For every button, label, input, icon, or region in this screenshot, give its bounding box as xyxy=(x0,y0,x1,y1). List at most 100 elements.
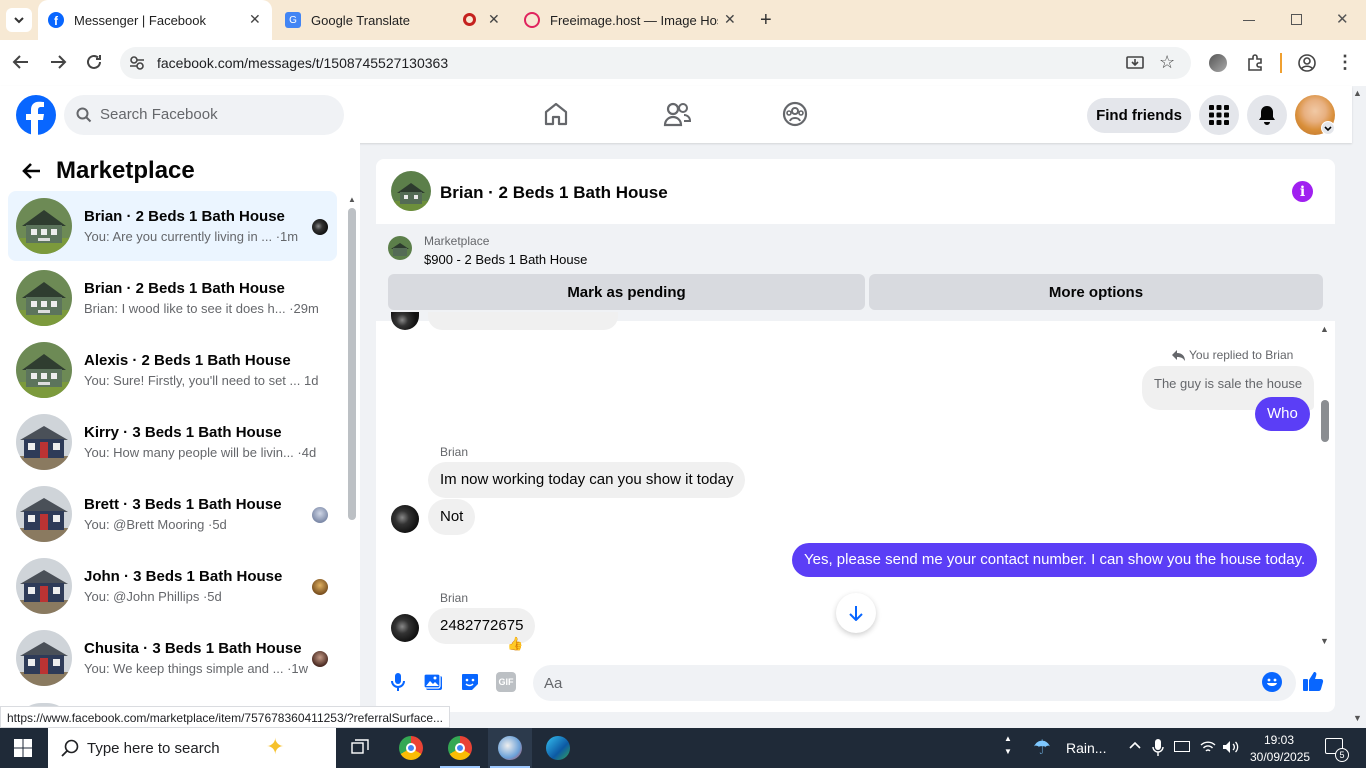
conversation-item[interactable]: Kirry · 3 Beds 1 Bath House You: How many… xyxy=(8,407,337,477)
new-tab-button[interactable]: + xyxy=(760,9,772,32)
clock-date[interactable]: 30/09/2025 xyxy=(1250,750,1310,764)
conversation-item[interactable]: John · 3 Beds 1 Bath House You: @John Phi… xyxy=(8,551,337,621)
message-bubble[interactable]: Not xyxy=(428,499,476,535)
conversation-item[interactable]: Alexis · 2 Beds 1 Bath House You: Sure! F… xyxy=(8,335,337,405)
find-friends-button[interactable]: Find friends xyxy=(1087,98,1191,133)
minimize-button[interactable] xyxy=(1243,20,1255,21)
sticker-button[interactable] xyxy=(460,672,480,692)
sender-name: Brian xyxy=(440,445,469,459)
message-scroll-up-icon[interactable]: ▲ xyxy=(1320,324,1329,334)
conversation-item[interactable]: Brian · 2 Beds 1 Bath House You: Are you … xyxy=(8,191,337,261)
conversation-item[interactable]: Brian · 2 Beds 1 Bath House Brian: I wood… xyxy=(8,263,337,333)
close-window-button[interactable]: ✕ xyxy=(1336,10,1349,28)
weather-label[interactable]: Rain... xyxy=(1066,740,1106,756)
facebook-logo-icon[interactable] xyxy=(16,95,56,135)
url-text: facebook.com/messages/t/1508745527130363 xyxy=(157,55,449,71)
conversation-name: Brett · 3 Beds 1 Bath House xyxy=(84,496,282,513)
message-scroll-down-icon[interactable]: ▼ xyxy=(1320,636,1329,646)
extension-icon[interactable] xyxy=(1209,54,1227,72)
attach-photo-button[interactable] xyxy=(424,672,444,692)
tab-list-button[interactable] xyxy=(6,8,32,32)
like-button[interactable] xyxy=(1302,670,1324,692)
conversation-preview: You: Sure! Firstly, you'll need to set .… xyxy=(84,373,319,388)
task-view-icon xyxy=(351,739,369,754)
message-scrollbar[interactable] xyxy=(1321,400,1329,442)
restore-button[interactable] xyxy=(1291,14,1302,25)
profile-icon[interactable] xyxy=(1298,54,1316,72)
bookmark-star-icon[interactable]: ☆ xyxy=(1159,52,1175,73)
sender-name: Brian xyxy=(440,591,469,605)
install-app-icon[interactable] xyxy=(1126,54,1144,72)
message-input[interactable] xyxy=(533,665,1296,701)
emoji-button[interactable] xyxy=(1262,672,1282,692)
brian-avatar[interactable] xyxy=(391,614,419,642)
puzzle-icon[interactable] xyxy=(1246,54,1264,72)
more-options-button[interactable]: More options xyxy=(869,274,1323,310)
link-status-bar: https://www.facebook.com/marketplace/ite… xyxy=(0,706,451,728)
volume-icon[interactable] xyxy=(1222,740,1240,754)
conversation-name: Brian · 2 Beds 1 Bath House xyxy=(84,280,285,297)
listing-label: Marketplace xyxy=(424,234,490,248)
forward-button[interactable] xyxy=(49,53,67,71)
listing-title[interactable]: $900 - 2 Beds 1 Bath House xyxy=(424,252,587,267)
friends-icon[interactable] xyxy=(663,101,691,127)
mark-as-pending-button[interactable]: Mark as pending xyxy=(388,274,865,310)
show-hidden-icons-icon[interactable] xyxy=(1128,739,1142,753)
notifications-button[interactable] xyxy=(1247,95,1287,135)
account-chevron-icon[interactable] xyxy=(1321,121,1335,135)
tab-google-translate[interactable]: G Google Translate ✕ xyxy=(285,0,515,40)
edge-taskbar-icon[interactable] xyxy=(546,736,570,760)
scroll-to-bottom-button[interactable] xyxy=(836,593,876,633)
app-taskbar-icon[interactable] xyxy=(488,728,532,768)
back-arrow-icon[interactable] xyxy=(22,161,42,181)
conversation-info-icon[interactable]: i xyxy=(1292,181,1313,202)
voice-clip-button[interactable] xyxy=(389,672,407,692)
page-scroll-down-icon[interactable]: ▼ xyxy=(1353,713,1362,723)
arrow-down-icon xyxy=(849,606,863,621)
battery-icon[interactable] xyxy=(1174,741,1190,752)
site-info-icon[interactable] xyxy=(128,54,146,72)
reload-button[interactable] xyxy=(85,53,103,71)
weather-icon[interactable]: ☂ xyxy=(1033,735,1051,760)
task-view-button[interactable] xyxy=(351,739,369,757)
message-reaction[interactable]: 👍 xyxy=(507,637,523,651)
brian-avatar[interactable] xyxy=(391,505,419,533)
chrome-profile-taskbar-icon[interactable] xyxy=(448,736,472,760)
reply-arrow-icon xyxy=(1172,350,1185,361)
tab-messenger[interactable]: f Messenger | Facebook ✕ xyxy=(38,0,272,40)
tab-freeimage[interactable]: Freeimage.host — Image Hostin ✕ xyxy=(524,0,749,40)
chat-listing-thumbnail[interactable] xyxy=(391,171,431,211)
message-bubble[interactable]: Who xyxy=(1255,397,1310,431)
message-bubble[interactable]: Im now working today can you show it tod… xyxy=(428,462,746,498)
browser-menu-icon[interactable]: ⋮ xyxy=(1336,52,1354,73)
page-scroll-up-icon[interactable]: ▲ xyxy=(1353,88,1362,98)
back-button[interactable] xyxy=(12,53,30,71)
search-highlight-icon: ✦ xyxy=(266,734,285,759)
home-icon[interactable] xyxy=(543,101,569,127)
close-tab-icon[interactable]: ✕ xyxy=(724,11,736,28)
taskbar-scroll-icon[interactable]: ▲ ▼ xyxy=(1004,732,1012,758)
listing-thumbnail[interactable] xyxy=(388,236,412,260)
gif-button[interactable]: GIF xyxy=(496,672,516,692)
windows-logo-icon xyxy=(14,739,32,757)
conversation-item[interactable]: Chusita · 3 Beds 1 Bath House You: We kee… xyxy=(8,623,337,693)
conversation-item[interactable]: Brett · 3 Beds 1 Bath House You: @Brett M… xyxy=(8,479,337,549)
microphone-tray-icon[interactable] xyxy=(1152,739,1164,757)
participant-avatar xyxy=(312,219,328,235)
conversation-name: Chusita · 3 Beds 1 Bath House xyxy=(84,640,302,657)
conversation-name: John · 3 Beds 1 Bath House xyxy=(84,568,283,585)
message-bubble[interactable]: Yes, please send me your contact number.… xyxy=(792,543,1318,577)
grid-menu-icon xyxy=(1209,105,1229,125)
divider xyxy=(1280,53,1282,73)
close-tab-icon[interactable]: ✕ xyxy=(249,11,261,28)
chrome-taskbar-icon[interactable] xyxy=(399,736,423,760)
groups-icon[interactable] xyxy=(782,101,808,127)
clock-time[interactable]: 19:03 xyxy=(1264,733,1294,747)
microphone-icon xyxy=(391,673,405,691)
menu-button[interactable] xyxy=(1199,95,1239,135)
sidebar-scroll-up-icon[interactable]: ▲ xyxy=(348,195,356,204)
wifi-icon[interactable] xyxy=(1200,740,1216,754)
close-tab-icon[interactable]: ✕ xyxy=(488,11,500,28)
start-button[interactable] xyxy=(14,739,32,757)
sidebar-scrollbar[interactable] xyxy=(348,208,356,520)
